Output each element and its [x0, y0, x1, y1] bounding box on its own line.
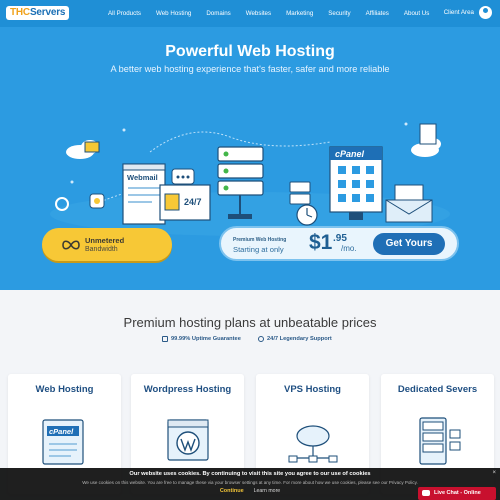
cloud-network-icon	[288, 425, 338, 463]
support-label: 24/7 Legendary Support	[267, 336, 332, 342]
logo-thc: THC	[10, 7, 30, 18]
cookie-learn-more-link[interactable]: Learn more	[254, 488, 281, 494]
plan-card-title: Dedicated Severs	[397, 384, 478, 395]
unmetered-label: Unmetered	[85, 236, 125, 245]
plan-card-title: VPS Hosting	[283, 384, 341, 395]
wordpress-icon	[167, 419, 209, 461]
cookie-continue-button[interactable]: Continue	[220, 488, 244, 494]
chat-bubble-icon	[422, 490, 430, 496]
user-icon[interactable]	[479, 6, 492, 19]
email-envelope-icon	[385, 184, 433, 223]
uptime-feature: 99.99% Uptime Guarantee	[162, 336, 241, 342]
cpanel-label: cPanel	[335, 149, 365, 159]
nav-item-all-products[interactable]: All Products	[108, 10, 141, 17]
nav-item-domains[interactable]: Domains	[206, 10, 230, 17]
hero-subtitle: A better web hosting experience that's f…	[110, 64, 390, 74]
infinity-icon	[62, 240, 80, 250]
hero-title: Powerful Web Hosting	[165, 43, 335, 60]
get-yours-button[interactable]: Get Yours	[373, 233, 445, 255]
price-period: /mo.	[341, 244, 357, 253]
cloud-left-icon	[66, 140, 100, 159]
site-logo[interactable]: THCServers	[6, 6, 70, 20]
support-247-label: 24/7	[184, 197, 202, 207]
nav-item-affiliates[interactable]: Affiliates	[366, 10, 389, 17]
nav-item-marketing[interactable]: Marketing	[286, 10, 313, 17]
logo-servers: Servers	[29, 7, 66, 18]
cpanel-icon-label: cPanel	[49, 427, 74, 436]
nav-menu: All Products Web Hosting Domains Website…	[108, 0, 444, 27]
price-dollars: $1	[309, 231, 333, 254]
premium-label: Premium Web Hosting	[233, 237, 287, 243]
nav-item-about-us[interactable]: About Us	[404, 10, 429, 17]
support-feature: 24/7 Legendary Support	[258, 336, 332, 342]
client-area-link[interactable]: Client Area	[444, 9, 474, 16]
nav-item-security[interactable]: Security	[328, 10, 350, 17]
plan-card-title: Web Hosting	[35, 384, 94, 395]
starting-text: Starting at only	[233, 245, 284, 254]
unmetered-bandwidth-button[interactable]: Unmetered Bandwidth	[42, 228, 172, 261]
cloud-right-icon	[411, 123, 441, 157]
list-icon	[162, 336, 168, 342]
live-chat-button[interactable]: Live Chat - Online	[418, 487, 496, 500]
cookie-text: We use cookies on this website. You are …	[82, 480, 418, 485]
cpanel-monitor: cPanel	[329, 146, 383, 220]
cookie-title: Our website uses cookies. By continuing …	[129, 471, 371, 477]
server-rack-icon	[419, 417, 461, 465]
plans-title: Premium hosting plans at unbeatable pric…	[123, 315, 377, 330]
nav-item-websites[interactable]: Websites	[246, 10, 271, 17]
top-navbar: THCServers All Products Web Hosting Doma…	[0, 0, 500, 27]
webmail-window: Webmail	[122, 163, 166, 225]
hero-section: Powerful Web Hosting A better web hostin…	[0, 27, 500, 290]
price-cents: .95	[333, 233, 347, 244]
trophy-icon	[89, 193, 105, 209]
close-icon[interactable]: ×	[492, 470, 496, 476]
pricing-cta: Premium Web Hosting Starting at only $1 …	[219, 226, 459, 261]
support-monitor: 24/7	[159, 168, 211, 221]
nav-item-web-hosting[interactable]: Web Hosting	[156, 10, 191, 17]
cpanel-server-icon: cPanel	[42, 419, 84, 465]
bandwidth-label: Bandwidth	[85, 246, 118, 253]
webmail-label: Webmail	[127, 173, 158, 182]
uptime-label: 99.99% Uptime Guarantee	[171, 336, 241, 342]
live-chat-label: Live Chat - Online	[434, 490, 481, 496]
plan-card-title: Wordpress Hosting	[143, 384, 232, 395]
lifebuoy-icon	[258, 336, 264, 342]
